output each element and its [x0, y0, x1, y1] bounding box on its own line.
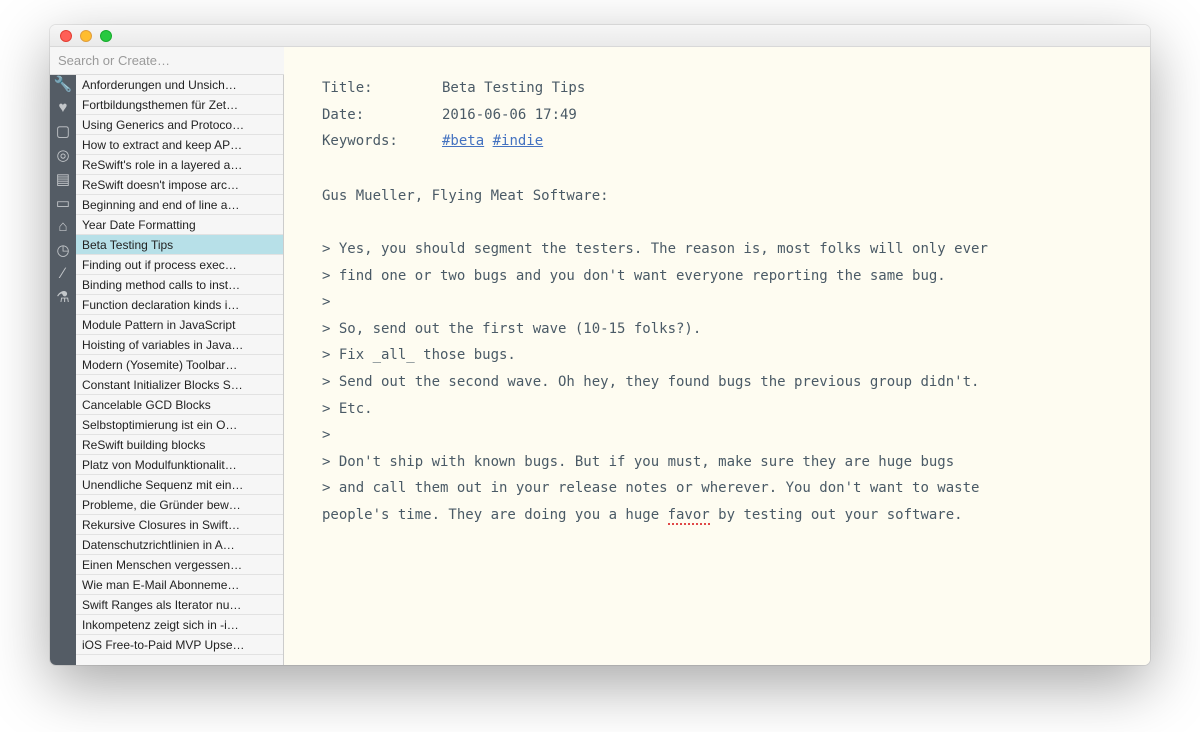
note-line: > Don't ship with known bugs. But if you…	[322, 449, 1112, 476]
meta-title-value: Beta Testing Tips	[442, 75, 585, 102]
wrench-icon[interactable]: 🔧	[54, 75, 73, 93]
note-list-item[interactable]: Swift Ranges als Iterator nu…	[76, 595, 283, 615]
note-list-panel: Anforderungen und Unsich…Fortbildungsthe…	[76, 47, 284, 665]
note-list-item[interactable]: Fortbildungsthemen für Zet…	[76, 95, 283, 115]
note-list-item[interactable]: ReSwift's role in a layered a…	[76, 155, 283, 175]
flask-icon[interactable]: ⚗	[56, 288, 69, 306]
note-list-item[interactable]: Function declaration kinds i…	[76, 295, 283, 315]
tag-link-beta[interactable]: #beta	[442, 133, 484, 149]
note-list-item[interactable]: Constant Initializer Blocks S…	[76, 375, 283, 395]
note-editor[interactable]: Title: Beta Testing Tips Date: 2016-06-0…	[284, 47, 1150, 665]
note-line: > find one or two bugs and you don't wan…	[322, 263, 1112, 290]
note-list-item[interactable]: Anforderungen und Unsich…	[76, 75, 283, 95]
note-line: >	[322, 289, 1112, 316]
note-list-item[interactable]: Probleme, die Gründer bew…	[76, 495, 283, 515]
close-window-button[interactable]	[60, 30, 72, 42]
meta-date-label: Date:	[322, 102, 442, 129]
note-body[interactable]: Gus Mueller, Flying Meat Software: > Yes…	[322, 183, 1112, 529]
note-list-item[interactable]: Binding method calls to inst…	[76, 275, 283, 295]
note-list-item[interactable]: Beginning and end of line a…	[76, 195, 283, 215]
note-list-item[interactable]: Module Pattern in JavaScript	[76, 315, 283, 335]
note-line: > and call them out in your release note…	[322, 475, 1112, 502]
compass-icon[interactable]: ◎	[56, 146, 69, 164]
note-line: > Fix _all_ those bugs.	[322, 342, 1112, 369]
note-list-item[interactable]: Unendliche Sequenz mit ein…	[76, 475, 283, 495]
note-line: >	[322, 422, 1112, 449]
note-list-item[interactable]: Finding out if process exec…	[76, 255, 283, 275]
note-list-item[interactable]: iOS Free-to-Paid MVP Upse…	[76, 635, 283, 655]
note-line: > Yes, you should segment the testers. T…	[322, 236, 1112, 263]
note-list[interactable]: Anforderungen und Unsich…Fortbildungsthe…	[76, 75, 283, 665]
note-list-item[interactable]: Modern (Yosemite) Toolbar…	[76, 355, 283, 375]
traffic-lights	[60, 30, 112, 42]
meta-keywords-label: Keywords:	[322, 128, 442, 155]
tag-link-indie[interactable]: #indie	[493, 133, 544, 149]
meta-date-value: 2016-06-06 17:49	[442, 102, 577, 129]
board-icon[interactable]: ▤	[56, 170, 70, 188]
spellcheck-marker[interactable]: favor	[668, 507, 710, 525]
note-list-item[interactable]: Platz von Modulfunktionalit…	[76, 455, 283, 475]
note-list-item[interactable]: Beta Testing Tips	[76, 235, 283, 255]
meta-title-label: Title:	[322, 75, 442, 102]
zoom-window-button[interactable]	[100, 30, 112, 42]
note-list-item[interactable]: Rekursive Closures in Swift…	[76, 515, 283, 535]
window-content: 🔧 ♥ ▢ ◎ ▤ ▭ ⌂ ◷ ∕ ⚗ Anforderungen und Unsich…Fort…	[50, 47, 1150, 665]
note-list-item[interactable]: Hoisting of variables in Java…	[76, 335, 283, 355]
app-window: 🔧 ♥ ▢ ◎ ▤ ▭ ⌂ ◷ ∕ ⚗ Anforderungen und Unsich…Fort…	[50, 25, 1150, 665]
minimize-window-button[interactable]	[80, 30, 92, 42]
note-list-item[interactable]: Using Generics and Protoco…	[76, 115, 283, 135]
note-list-item[interactable]: ReSwift doesn't impose arc…	[76, 175, 283, 195]
meta-keywords-value: #beta #indie	[442, 128, 543, 155]
note-list-item[interactable]: Selbstoptimierung ist ein O…	[76, 415, 283, 435]
note-line: > So, send out the first wave (10-15 fol…	[322, 316, 1112, 343]
tag-icon-rail: 🔧 ♥ ▢ ◎ ▤ ▭ ⌂ ◷ ∕ ⚗	[50, 47, 76, 665]
home-icon[interactable]: ⌂	[58, 218, 67, 235]
note-list-item[interactable]: How to extract and keep AP…	[76, 135, 283, 155]
note-list-item[interactable]: Einen Menschen vergessen…	[76, 555, 283, 575]
note-line: people's time. They are doing you a huge…	[322, 502, 1112, 529]
note-list-item[interactable]: Cancelable GCD Blocks	[76, 395, 283, 415]
window-title-bar	[50, 25, 1150, 47]
note-line: > Etc.	[322, 396, 1112, 423]
square-icon[interactable]: ▢	[56, 122, 70, 140]
note-list-item[interactable]: ReSwift building blocks	[76, 435, 283, 455]
note-line: > Send out the second wave. Oh hey, they…	[322, 369, 1112, 396]
search-bar	[50, 47, 284, 75]
note-list-item[interactable]: Wie man E-Mail Abonneme…	[76, 575, 283, 595]
note-list-item[interactable]: Year Date Formatting	[76, 215, 283, 235]
page-icon[interactable]: ▭	[56, 194, 70, 212]
pin-icon[interactable]: ∕	[62, 265, 65, 282]
note-attribution: Gus Mueller, Flying Meat Software:	[322, 183, 1112, 210]
clock-icon[interactable]: ◷	[56, 241, 69, 259]
note-list-item[interactable]: Datenschutzrichtlinien in A…	[76, 535, 283, 555]
search-input[interactable]	[50, 49, 284, 72]
heart-icon[interactable]: ♥	[59, 99, 68, 116]
note-list-item[interactable]: Inkompetenz zeigt sich in -i…	[76, 615, 283, 635]
